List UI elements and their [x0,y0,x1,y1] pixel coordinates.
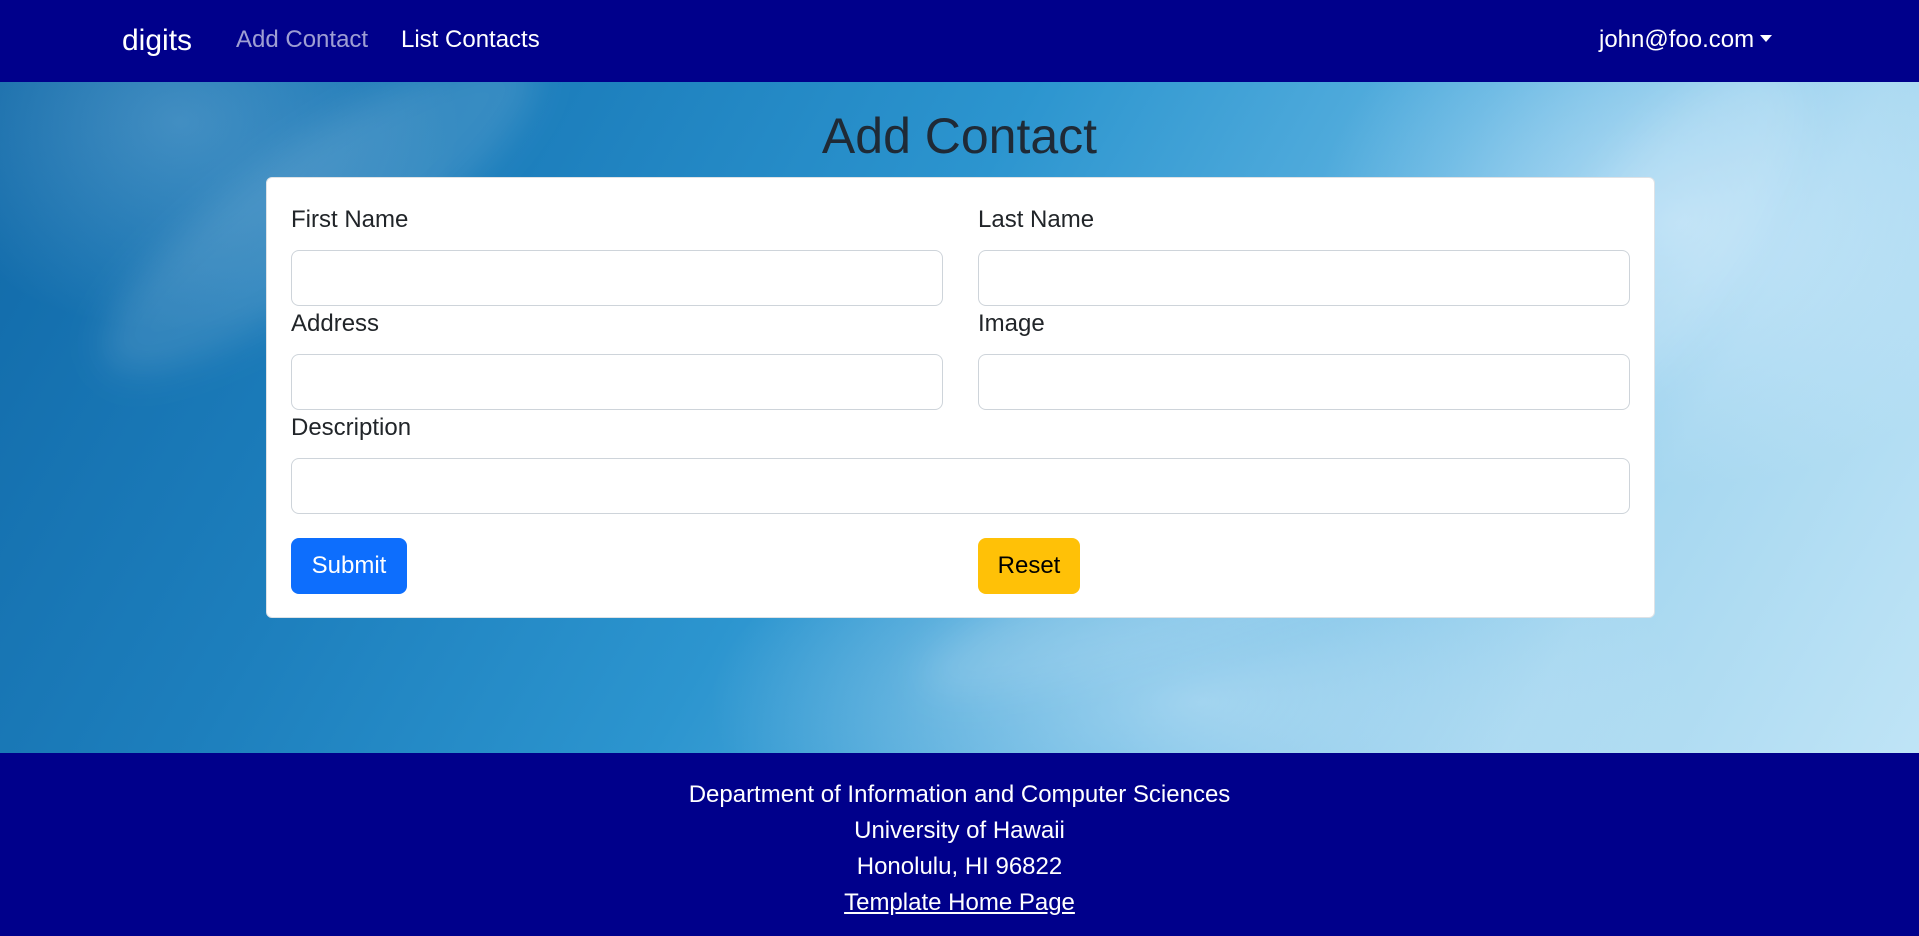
nav-list-contacts[interactable]: List Contacts [401,25,540,55]
image-label: Image [978,310,1045,337]
description-input[interactable] [291,458,1630,514]
page-title: Add Contact [821,108,1098,164]
submit-button[interactable]: Submit [291,538,407,594]
first-name-input[interactable] [291,250,943,306]
image-input[interactable] [978,354,1630,410]
last-name-label: Last Name [978,206,1095,233]
chevron-down-icon [1760,34,1773,42]
description-label: Description [291,414,412,441]
brand-link[interactable]: digits [122,22,192,60]
nav-add-contact[interactable]: Add Contact [236,25,368,55]
footer-address: Honolulu, HI 96822 [856,853,1063,880]
footer-department: Department of Information and Computer S… [688,781,1231,808]
navbar: digits Add Contact List Contacts john@fo… [0,0,1919,82]
user-email: john@foo.com [1599,26,1755,53]
template-home-link[interactable]: Template Home Page [844,889,1075,916]
footer-link-row: Template Home Page [0,888,1919,918]
page: digits Add Contact List Contacts john@fo… [0,0,1919,936]
first-name-label: First Name [291,206,409,233]
add-contact-form: First Name Last Name Address Image Descr… [266,177,1655,618]
last-name-input[interactable] [978,250,1630,306]
reset-button[interactable]: Reset [978,538,1080,594]
footer: Department of Information and Computer S… [0,753,1919,936]
footer-university: University of Hawaii [854,817,1065,844]
user-dropdown[interactable]: john@foo.com [1599,25,1773,55]
address-label: Address [291,310,380,337]
address-input[interactable] [291,354,943,410]
